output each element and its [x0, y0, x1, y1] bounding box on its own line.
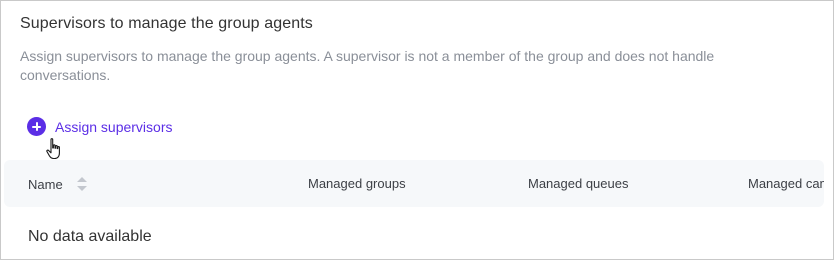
- column-name-label: Name: [28, 176, 63, 192]
- supervisors-panel: Supervisors to manage the group agents A…: [0, 0, 834, 260]
- column-managed-campaigns: Managed cam: [748, 176, 824, 191]
- section-description: Assign supervisors to manage the group a…: [20, 48, 715, 83]
- assign-supervisors-label[interactable]: Assign supervisors: [55, 119, 173, 135]
- section-title: Supervisors to manage the group agents: [20, 15, 313, 32]
- sort-icon[interactable]: [76, 176, 87, 192]
- column-name[interactable]: Name: [28, 176, 87, 192]
- plus-circle-icon[interactable]: [27, 117, 46, 136]
- assign-supervisors-button[interactable]: Assign supervisors: [27, 117, 173, 136]
- empty-state-text: No data available: [28, 228, 152, 245]
- hand-pointer-icon: [46, 138, 60, 160]
- column-managed-groups: Managed groups: [308, 176, 406, 191]
- table-header: Name Managed groups Managed queues Manag…: [4, 160, 824, 207]
- column-managed-queues: Managed queues: [528, 176, 629, 191]
